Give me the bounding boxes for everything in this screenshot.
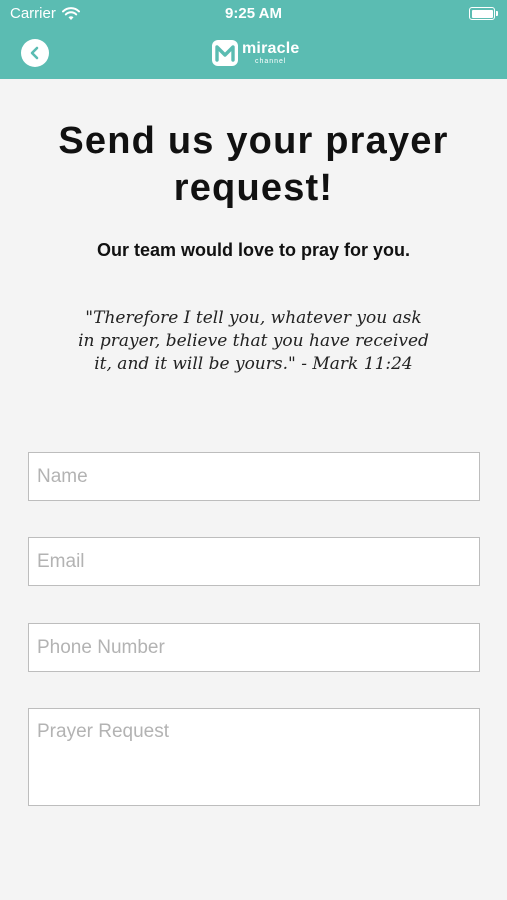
clock: 9:25 AM — [225, 5, 282, 22]
logo-subtitle: channel — [254, 58, 287, 65]
logo-wordmark: miracle channel — [242, 40, 300, 66]
phone-number-field[interactable] — [28, 623, 480, 672]
page-title: Send us your prayer request! — [58, 120, 449, 209]
email-field[interactable] — [28, 537, 480, 586]
page-subtitle: Our team would love to pray for you. — [96, 240, 411, 260]
miracle-channel-logo: miracle channel — [211, 38, 299, 68]
status-bar: Carrier 9:25 AM — [0, 0, 507, 28]
app-header: Carrier 9:25 AM miracle channel — [0, 0, 507, 79]
chevron-left-icon — [30, 46, 39, 60]
logo-mark-icon — [212, 40, 238, 66]
battery-icon — [469, 7, 498, 20]
name-field[interactable] — [28, 452, 480, 501]
bible-verse: "Therefore I tell you, whatever you ask … — [78, 308, 429, 374]
back-button[interactable] — [21, 39, 49, 67]
prayer-request-field[interactable] — [28, 708, 480, 806]
logo-title: miracle — [242, 40, 300, 57]
